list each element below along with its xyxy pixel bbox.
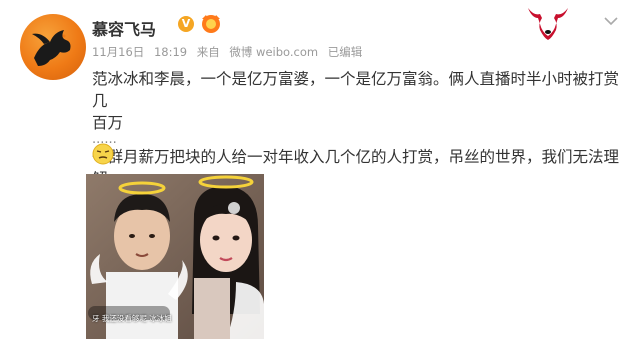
edited-label[interactable]: 已编辑 xyxy=(328,45,363,59)
smug-emoji-icon xyxy=(92,143,114,165)
vip-badge-icon: V xyxy=(178,16,194,32)
post-meta: 11月16日 18:19 来自 微博 weibo.com 已编辑 xyxy=(92,44,368,60)
level-badge-icon xyxy=(202,15,220,33)
post-line-1: 范冰冰和李晨，一个是亿万富婆，一个是亿万富翁。俩人直播时半小时被打赏几 xyxy=(92,70,620,110)
post-time[interactable]: 18:19 xyxy=(154,45,187,59)
via-label: 来自 xyxy=(196,45,220,59)
chevron-down-icon[interactable] xyxy=(604,16,618,26)
live-comment: 牙 我还没看够呢 冰冰姐 xyxy=(92,314,172,323)
post-line-2: 百万 xyxy=(92,114,124,132)
live-stream-image[interactable]: 牙 我还没看够呢 冰冰姐 xyxy=(86,174,264,339)
username[interactable]: 慕容飞马 xyxy=(92,16,156,40)
avatar[interactable] xyxy=(20,14,86,80)
post-source[interactable]: 微博 weibo.com xyxy=(229,45,318,59)
chicago-bulls-logo xyxy=(528,8,568,40)
post-date[interactable]: 11月16日 xyxy=(92,45,144,59)
post-ellipsis: ...... xyxy=(92,132,117,147)
post-text: 范冰冰和李晨，一个是亿万富婆，一个是亿万富翁。俩人直播时半小时被打赏几 百万 .… xyxy=(92,68,632,190)
